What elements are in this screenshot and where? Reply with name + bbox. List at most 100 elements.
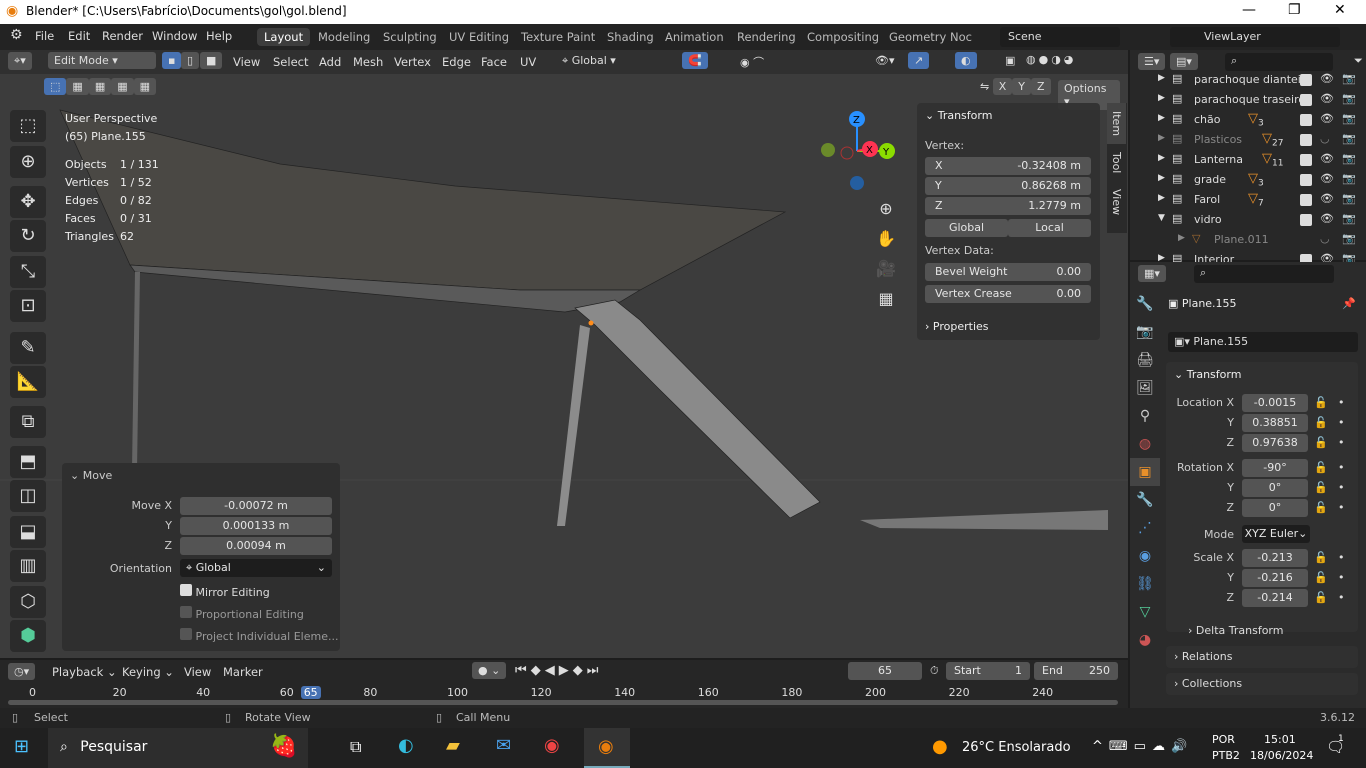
object-tab-icon[interactable]: ▣ <box>1130 458 1160 486</box>
blender-taskbar-button[interactable]: ◉ <box>584 728 630 768</box>
mirror-x[interactable]: X <box>992 78 1013 95</box>
scene-selector[interactable]: Scene <box>1000 27 1120 47</box>
tab-rendering[interactable]: Rendering <box>730 28 803 46</box>
orientation-dropdown[interactable]: ⌖ Global ⌄ <box>180 559 332 577</box>
eye-icon[interactable]: 👁 <box>1320 112 1334 125</box>
move-tool[interactable]: ✥ <box>10 186 46 218</box>
move-header[interactable]: ⌄ Move <box>70 469 112 482</box>
location-field[interactable]: 0.97638 <box>1242 434 1308 452</box>
keyframe-dot-icon[interactable]: • <box>1338 481 1345 494</box>
weather-text[interactable]: 26°C Ensolarado <box>962 740 1071 755</box>
keyframe-dot-icon[interactable]: • <box>1338 571 1345 584</box>
loop-cut-tool[interactable]: ▥ <box>10 550 46 582</box>
navigation-gizmo[interactable]: Z Y X <box>815 108 900 198</box>
keyframe-dot-icon[interactable]: • <box>1338 501 1345 514</box>
constraints-tab-icon[interactable]: ⛓ <box>1130 570 1160 598</box>
modifier-tab-icon[interactable]: 🔧 <box>1130 486 1160 514</box>
render-tab-icon[interactable]: 📷 <box>1130 318 1160 346</box>
expand-arrow-icon[interactable]: ▶ <box>1158 153 1165 163</box>
menu-view[interactable]: View <box>233 55 260 69</box>
select-box-tool[interactable]: ⬚ <box>10 110 46 142</box>
tab-uv-editing[interactable]: UV Editing <box>442 28 516 46</box>
lock-icon[interactable]: 🔓 <box>1314 461 1328 474</box>
outliner-item[interactable]: ▶ ▤ Farol ▽7 👁 📷 <box>1130 190 1366 210</box>
eye-icon[interactable]: 👁 <box>1320 92 1334 105</box>
camera-render-icon[interactable]: 📷 <box>1342 212 1356 225</box>
particles-tab-icon[interactable]: ⋰ <box>1130 514 1160 542</box>
minimize-button[interactable]: — <box>1242 2 1256 18</box>
gizmo-x[interactable]: X <box>866 145 873 156</box>
lock-icon[interactable]: 🔓 <box>1314 481 1328 494</box>
lock-icon[interactable]: 🔓 <box>1314 416 1328 429</box>
exclude-checkbox[interactable] <box>1300 94 1312 106</box>
expand-arrow-icon[interactable]: ▶ <box>1158 113 1165 123</box>
add-cube-tool[interactable]: ⧉ <box>10 406 46 438</box>
face-select-button[interactable]: ■ <box>200 52 223 69</box>
menu-select[interactable]: Select <box>273 55 308 69</box>
gizmo-toggle[interactable]: ↗ <box>908 52 930 69</box>
zoom-icon[interactable]: ⊕ <box>873 194 899 224</box>
extrude-tool[interactable]: ⬒ <box>10 446 46 478</box>
mode-selector[interactable]: Edit Mode ▾ <box>48 52 156 69</box>
scale-tool[interactable]: ⤡ <box>10 256 46 288</box>
properties-search[interactable]: ⌕ <box>1194 265 1334 283</box>
timeline-editor-type[interactable]: ◷▾ <box>8 663 36 680</box>
keyframe-dot-icon[interactable]: • <box>1338 396 1345 409</box>
cursor-tool[interactable]: ⊕ <box>10 146 46 178</box>
exclude-checkbox[interactable] <box>1300 214 1312 226</box>
taskbar-search[interactable]: ⌕ Pesquisar <box>48 728 308 768</box>
outliner-item[interactable]: ▶ ▤ chão ▽3 👁 📷 <box>1130 110 1366 130</box>
proportional-editing-checkbox[interactable]: Proportional Editing <box>180 606 304 621</box>
delta-transform-header[interactable]: › Delta Transform <box>1188 624 1283 637</box>
tool-tab-icon[interactable]: 🔧 <box>1130 290 1160 318</box>
playback-controls[interactable]: ⏮◆◀▶◆⏭ <box>515 663 602 678</box>
tab-modeling[interactable]: Modeling <box>311 28 377 46</box>
end-frame-field[interactable]: End 250 <box>1034 662 1118 680</box>
gizmo-y[interactable]: Y <box>882 147 890 158</box>
bevel-weight-field[interactable]: Bevel Weight 0.00 <box>925 263 1091 281</box>
menu-edit[interactable]: Edit <box>68 29 90 43</box>
chrome-icon[interactable]: ◉ <box>544 735 560 756</box>
object-name-field[interactable]: ▣▾ Plane.155 <box>1168 332 1358 352</box>
exclude-checkbox[interactable] <box>1300 154 1312 166</box>
visibility-icon[interactable]: 👁▾ <box>875 54 895 67</box>
lock-icon[interactable]: 🔓 <box>1314 591 1328 604</box>
clock-date[interactable]: 18/06/2024 <box>1250 749 1313 762</box>
lock-icon[interactable]: 🔓 <box>1314 551 1328 564</box>
editor-type-button[interactable]: ⌖▾ <box>8 52 32 70</box>
transform-section-header[interactable]: ⌄ Transform <box>1174 368 1241 381</box>
world-tab-icon[interactable]: ◍ <box>1130 430 1160 458</box>
tab-tool[interactable]: Tool <box>1107 144 1126 181</box>
keyframe-dot-icon[interactable]: • <box>1338 591 1345 604</box>
orientation-selector[interactable]: ⌖ Global ▾ <box>562 54 638 68</box>
expand-arrow-icon[interactable]: ▶ <box>1158 173 1165 183</box>
mirror-z[interactable]: Z <box>1031 78 1051 95</box>
material-tab-icon[interactable]: ◕ <box>1130 626 1160 654</box>
move-y-field[interactable]: 0.000133 m <box>180 517 332 535</box>
outliner-item[interactable]: ▼ ▤ vidro 👁 📷 <box>1130 210 1366 230</box>
menu-window[interactable]: Window <box>152 29 197 43</box>
collapse-arrow-icon[interactable]: ▼ <box>1158 213 1165 223</box>
eye-icon[interactable]: 👁 <box>1320 72 1334 85</box>
menu-file[interactable]: File <box>35 29 54 43</box>
vertex-select-button[interactable]: ▪ <box>162 52 182 69</box>
tab-geometry-nodes[interactable]: Geometry Noc <box>882 28 979 46</box>
pan-hand-icon[interactable]: ✋ <box>873 224 899 254</box>
funnel-icon[interactable]: ⏷ <box>1354 54 1363 68</box>
global-toggle[interactable]: Global <box>925 219 1008 237</box>
tab-texture-paint[interactable]: Texture Paint <box>514 28 602 46</box>
exclude-checkbox[interactable] <box>1300 74 1312 86</box>
current-frame-field[interactable]: 65 <box>848 662 922 680</box>
expand-arrow-icon[interactable]: ▶ <box>1158 93 1165 103</box>
mirror-y[interactable]: Y <box>1012 78 1031 95</box>
expand-arrow-icon[interactable]: ▶ <box>1158 133 1165 143</box>
rotation-field[interactable]: 0° <box>1242 479 1308 497</box>
physics-tab-icon[interactable]: ◉ <box>1130 542 1160 570</box>
perspective-grid-icon[interactable]: ▦ <box>873 284 899 314</box>
close-button[interactable]: ✕ <box>1334 2 1346 18</box>
tab-compositing[interactable]: Compositing <box>800 28 886 46</box>
menu-render[interactable]: Render <box>102 29 143 43</box>
rotation-mode-dropdown[interactable]: XYZ Euler⌄ <box>1242 525 1310 543</box>
keyframe-dot-icon[interactable]: • <box>1338 461 1345 474</box>
collections-section[interactable]: › Collections <box>1166 673 1358 695</box>
